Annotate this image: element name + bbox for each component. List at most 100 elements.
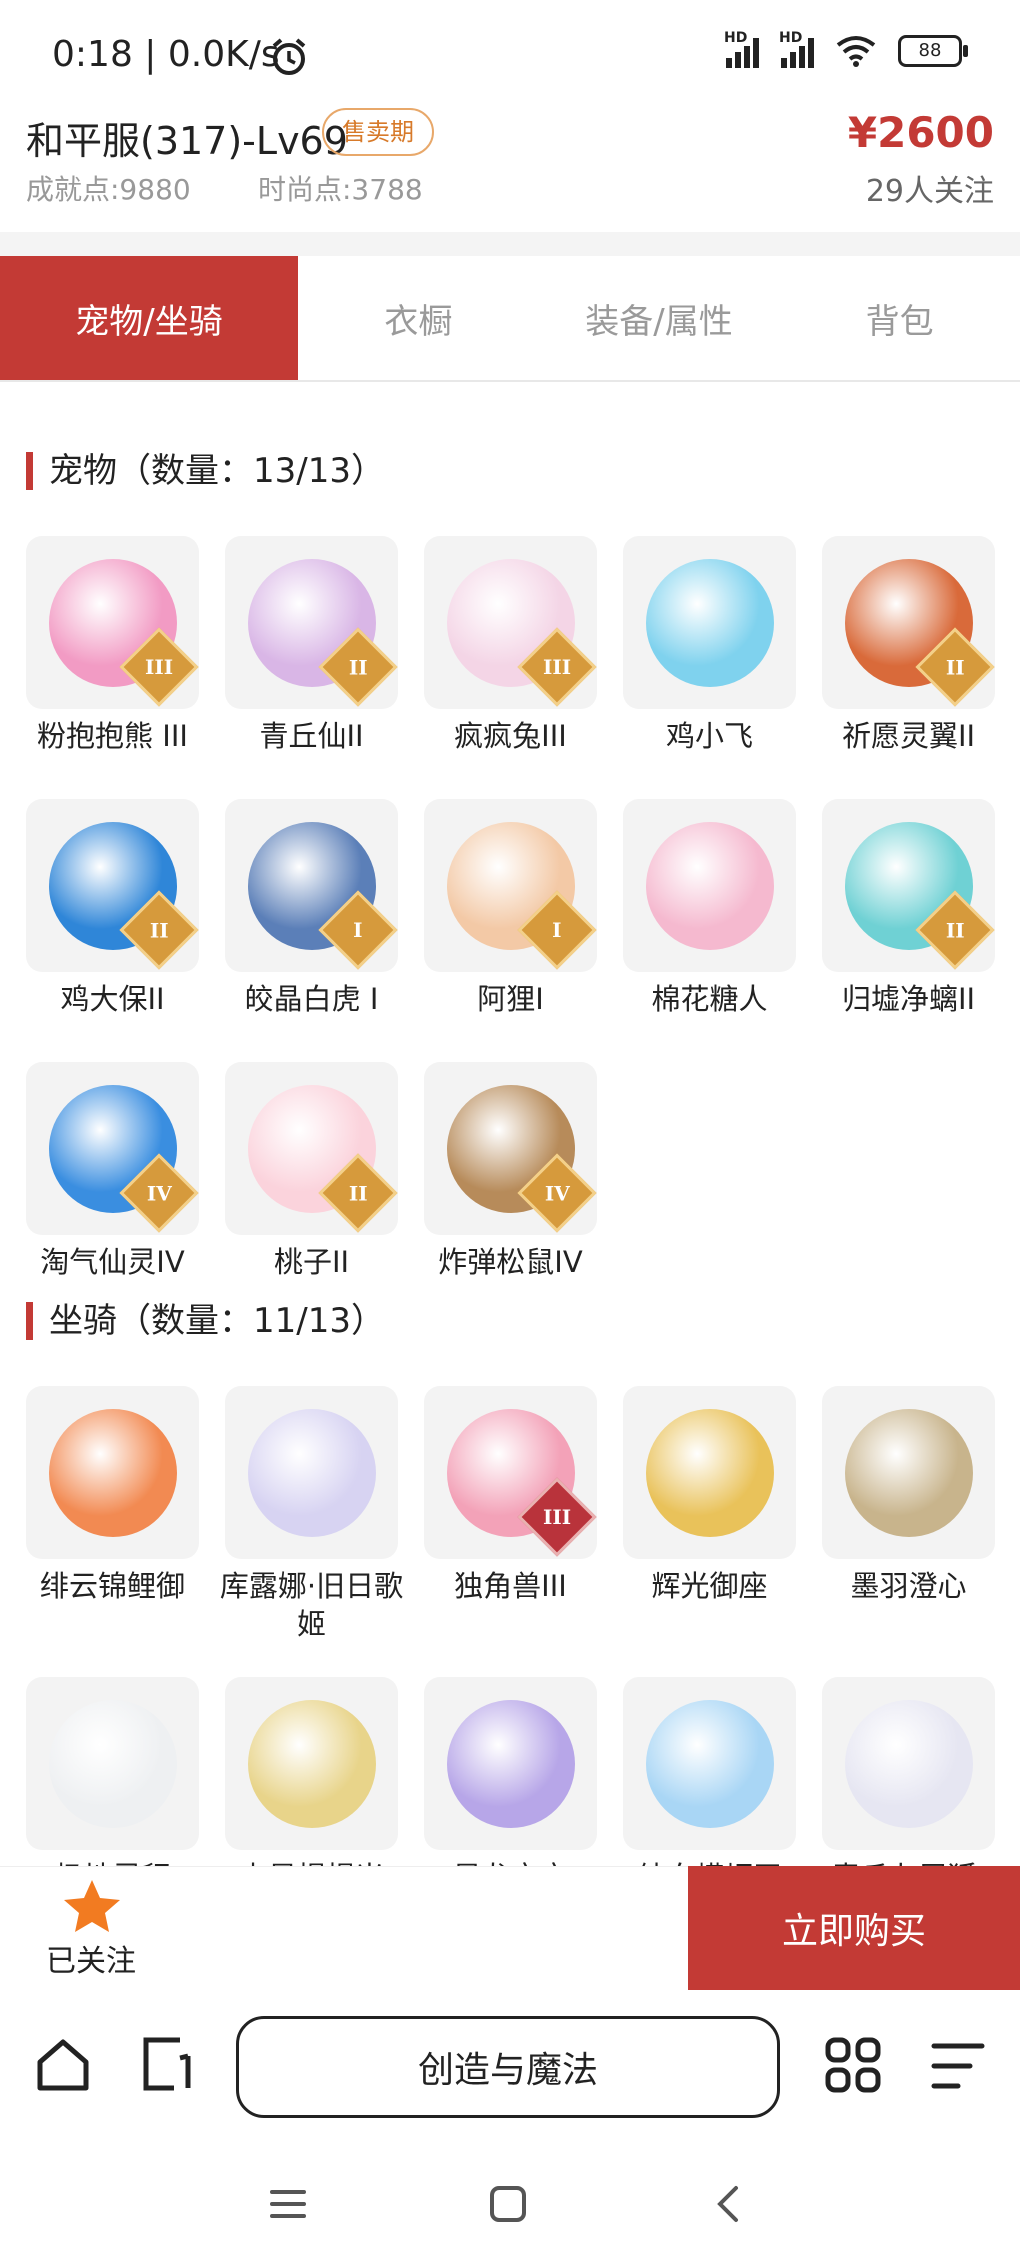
item-name: 桃子II bbox=[273, 1245, 350, 1279]
hd-label: HD bbox=[779, 30, 803, 46]
menu-icon[interactable] bbox=[930, 2040, 986, 2092]
tier-label: III bbox=[542, 654, 572, 679]
grid-item[interactable]: 辉光御座 bbox=[623, 1386, 796, 1643]
tier-label: I bbox=[353, 917, 363, 942]
status-time: 0:18 | 0.0K/s bbox=[52, 34, 280, 75]
recent-apps-icon[interactable] bbox=[268, 2184, 308, 2224]
signal-icon: HD bbox=[724, 30, 759, 68]
item-thumbnail[interactable] bbox=[424, 1677, 597, 1850]
status-icons: HD HD 88 bbox=[724, 30, 968, 68]
item-thumbnail[interactable]: I bbox=[424, 799, 597, 972]
wifi-icon bbox=[836, 36, 876, 67]
tab-pets-mounts[interactable]: 宠物/坐骑 bbox=[0, 256, 298, 380]
pets-section-title: 宠物（数量：13/13） bbox=[26, 452, 385, 490]
item-thumbnail[interactable]: IV bbox=[424, 1062, 597, 1235]
item-name: 绯云锦鲤御 bbox=[39, 1569, 185, 1603]
tab-equipment[interactable]: 装备/属性 bbox=[539, 256, 780, 380]
item-thumbnail[interactable]: III bbox=[424, 536, 597, 709]
tier-label: II bbox=[945, 918, 965, 942]
item-thumbnail[interactable] bbox=[623, 536, 796, 709]
pets-grid: III 粉抱抱熊 III II 青丘仙II III 疯疯兔III 鸡小飞 II 祈愿灵翼II II… bbox=[26, 536, 996, 1281]
item-thumbnail[interactable]: IV bbox=[26, 1062, 199, 1235]
item-thumbnail[interactable] bbox=[26, 1386, 199, 1559]
item-thumbnail[interactable] bbox=[623, 799, 796, 972]
item-name: 皎晶白虎 I bbox=[244, 982, 379, 1016]
tab-backpack[interactable]: 背包 bbox=[779, 256, 1020, 380]
item-thumbnail[interactable] bbox=[225, 1677, 398, 1850]
item-thumbnail[interactable]: II bbox=[822, 536, 995, 709]
achievement-points: 成就点:9880 bbox=[26, 173, 191, 206]
grid-item[interactable]: IV 淘气仙灵IV bbox=[26, 1062, 199, 1281]
item-thumbnail[interactable]: I bbox=[225, 799, 398, 972]
item-thumbnail[interactable] bbox=[822, 1677, 995, 1850]
tier-label: II bbox=[945, 655, 965, 679]
tier-label: IV bbox=[544, 1181, 570, 1205]
item-thumbnail[interactable] bbox=[623, 1677, 796, 1850]
item-thumbnail[interactable] bbox=[26, 1677, 199, 1850]
apps-grid-icon[interactable] bbox=[824, 2036, 882, 2094]
item-thumbnail[interactable] bbox=[822, 1386, 995, 1559]
alarm-icon bbox=[272, 38, 306, 75]
item-thumbnail[interactable]: III bbox=[424, 1386, 597, 1559]
grid-item[interactable]: 库露娜·旧日歌姬 bbox=[220, 1386, 403, 1643]
network-speed: 0.0K/s bbox=[167, 34, 280, 75]
grid-item[interactable]: 棉花糖人 bbox=[623, 799, 796, 1018]
tab-bar: 宠物/坐骑 衣橱 装备/属性 背包 bbox=[0, 256, 1020, 382]
grid-item[interactable]: 青丘九尾狐· bbox=[822, 1677, 995, 1896]
item-thumbnail[interactable]: II bbox=[225, 536, 398, 709]
item-image bbox=[844, 1408, 973, 1537]
grid-item[interactable]: III 疯疯兔III bbox=[424, 536, 597, 755]
item-name: 祈愿灵翼II bbox=[841, 719, 976, 753]
item-image bbox=[645, 821, 774, 950]
item-name: 库露娜·旧日歌姬 bbox=[219, 1569, 404, 1641]
status-badge: 售卖期 bbox=[322, 108, 434, 156]
battery-icon: 88 bbox=[898, 35, 968, 67]
back-icon[interactable] bbox=[708, 2184, 748, 2224]
grid-item[interactable]: I 皎晶白虎 I bbox=[225, 799, 398, 1018]
item-image bbox=[446, 1699, 575, 1828]
home-icon[interactable] bbox=[34, 2036, 92, 2094]
item-thumbnail[interactable]: III bbox=[26, 536, 199, 709]
signal-icon: HD bbox=[779, 30, 814, 68]
item-name: 辉光御座 bbox=[651, 1569, 768, 1603]
tier-label: II bbox=[348, 655, 368, 679]
tabs-icon[interactable] bbox=[140, 2036, 198, 2094]
grid-item[interactable]: 极地灵貂 bbox=[26, 1677, 199, 1896]
item-thumbnail[interactable] bbox=[623, 1386, 796, 1559]
item-name: 鸡小飞 bbox=[665, 719, 753, 753]
address-bar[interactable]: 创造与魔法 bbox=[236, 2016, 780, 2118]
followed-label[interactable]: 已关注 bbox=[46, 1936, 136, 1980]
item-thumbnail[interactable]: II bbox=[26, 799, 199, 972]
star-icon[interactable] bbox=[62, 1878, 122, 1934]
item-name: 炸弹松鼠IV bbox=[438, 1245, 583, 1279]
tier-label: I bbox=[552, 917, 562, 942]
grid-item[interactable]: II 鸡大保II bbox=[26, 799, 199, 1018]
buy-now-button[interactable]: 立即购买 bbox=[688, 1866, 1020, 1990]
grid-item[interactable]: 纯白蝾螈王 bbox=[623, 1677, 796, 1896]
item-image bbox=[48, 1408, 177, 1537]
item-image bbox=[247, 1699, 376, 1828]
item-image bbox=[645, 558, 774, 687]
grid-item[interactable]: 占星榻榻米 bbox=[225, 1677, 398, 1896]
home-nav-icon[interactable] bbox=[488, 2184, 528, 2224]
item-name: 独角兽III bbox=[454, 1569, 567, 1603]
grid-item[interactable]: II 归墟净螭II bbox=[822, 799, 995, 1018]
item-thumbnail[interactable] bbox=[225, 1386, 398, 1559]
grid-item[interactable]: III 独角兽III bbox=[424, 1386, 597, 1643]
tier-label: III bbox=[144, 654, 174, 679]
grid-item[interactable]: IV 炸弹松鼠IV bbox=[424, 1062, 597, 1281]
grid-item[interactable]: 墨羽澄心 bbox=[822, 1386, 995, 1643]
grid-item[interactable]: 鸡小飞 bbox=[623, 536, 796, 755]
grid-item[interactable]: II 青丘仙II bbox=[225, 536, 398, 755]
grid-item[interactable]: 绯云锦鲤御 bbox=[26, 1386, 199, 1643]
grid-item[interactable]: 星龙宝宝 bbox=[424, 1677, 597, 1896]
grid-item[interactable]: I 阿狸I bbox=[424, 799, 597, 1018]
grid-item[interactable]: II 祈愿灵翼II bbox=[822, 536, 995, 755]
grid-item[interactable]: II 桃子II bbox=[225, 1062, 398, 1281]
item-thumbnail[interactable]: II bbox=[822, 799, 995, 972]
item-thumbnail[interactable]: II bbox=[225, 1062, 398, 1235]
price: ¥2600 bbox=[847, 108, 994, 157]
item-image bbox=[844, 1699, 973, 1828]
grid-item[interactable]: III 粉抱抱熊 III bbox=[26, 536, 199, 755]
tab-wardrobe[interactable]: 衣橱 bbox=[298, 256, 539, 380]
